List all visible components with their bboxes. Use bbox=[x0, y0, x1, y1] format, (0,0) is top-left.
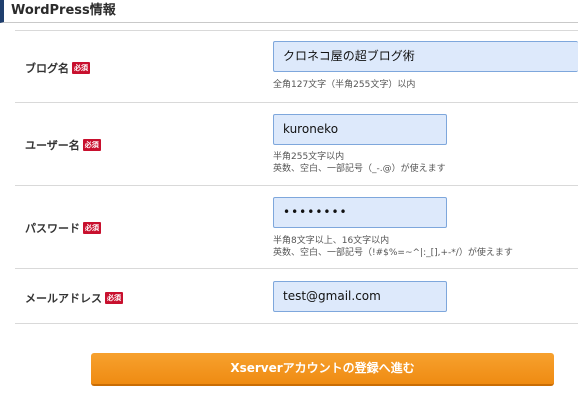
required-badge: 必須 bbox=[72, 62, 90, 74]
blog-name-hint: 全角127文字（半角255文字）以内 bbox=[273, 80, 416, 90]
label-text: メールアドレス bbox=[25, 292, 102, 305]
label-text: ユーザー名 bbox=[25, 139, 80, 152]
register-submit-button[interactable]: Xserverアカウントの登録へ進む bbox=[91, 353, 554, 386]
username-label: ユーザー名 必須 bbox=[25, 137, 101, 153]
section-header: WordPress情報 bbox=[0, 0, 578, 23]
username-hint-1: 半角255文字以内 bbox=[273, 152, 345, 162]
section-title: WordPress情報 bbox=[11, 3, 116, 18]
row-divider bbox=[15, 102, 578, 103]
row-divider bbox=[15, 185, 578, 186]
required-badge: 必須 bbox=[105, 292, 123, 304]
username-hint-2: 英数、空白、一部記号（_-.@）が使えます bbox=[273, 164, 446, 174]
row-divider bbox=[15, 323, 578, 324]
email-label: メールアドレス 必須 bbox=[25, 290, 123, 306]
password-label: パスワード 必須 bbox=[25, 220, 101, 236]
row-divider bbox=[15, 268, 578, 269]
label-text: ブログ名 bbox=[25, 62, 69, 75]
email-input[interactable]: test@gmail.com bbox=[273, 281, 447, 312]
required-badge: 必須 bbox=[82, 139, 101, 151]
password-hint-1: 半角8文字以上、16文字以内 bbox=[273, 236, 390, 246]
blog-name-label: ブログ名 必須 bbox=[25, 60, 90, 76]
password-input[interactable]: •••••••• bbox=[273, 197, 447, 228]
blog-name-input[interactable]: クロネコ屋の超ブログ術 bbox=[273, 41, 578, 72]
username-input[interactable]: kuroneko bbox=[273, 114, 447, 145]
label-text: パスワード bbox=[25, 222, 80, 235]
row-divider bbox=[15, 30, 578, 31]
required-badge: 必須 bbox=[83, 222, 101, 234]
password-hint-2: 英数、空白、一部記号（!#$%=~^|:_[],+-*/）が使えます bbox=[273, 248, 513, 258]
